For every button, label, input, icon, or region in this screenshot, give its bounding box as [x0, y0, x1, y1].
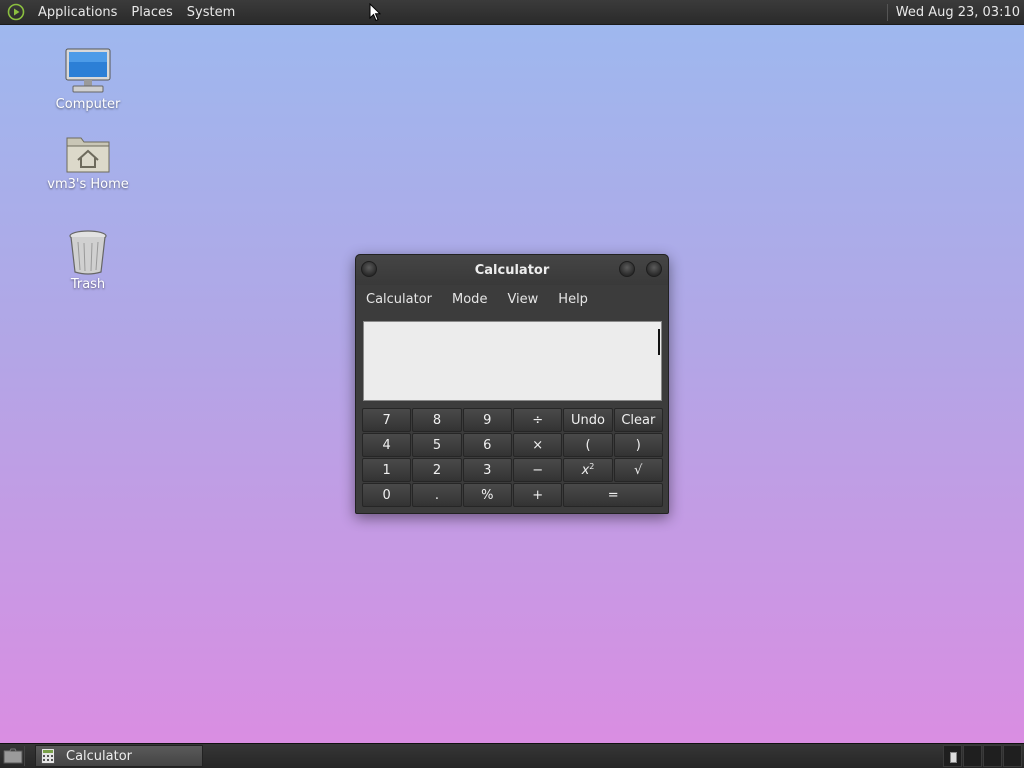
- workspace-3[interactable]: [983, 745, 1002, 767]
- system-menu[interactable]: System: [180, 0, 242, 25]
- menu-mode[interactable]: Mode: [446, 285, 493, 315]
- minimize-button[interactable]: [619, 261, 635, 277]
- top-panel: Applications Places System Wed Aug 23, 0…: [0, 0, 1024, 25]
- clock[interactable]: Wed Aug 23, 03:10: [896, 5, 1020, 20]
- key-plus[interactable]: +: [512, 483, 563, 507]
- home-folder-icon: [43, 126, 133, 176]
- calculator-menubar: Calculator Mode View Help: [356, 285, 668, 315]
- menu-help[interactable]: Help: [552, 285, 594, 315]
- key-clear[interactable]: Clear: [613, 408, 663, 432]
- places-menu[interactable]: Places: [124, 0, 179, 25]
- desktop-icon-home[interactable]: vm3's Home: [43, 126, 133, 192]
- key-divide[interactable]: ÷: [512, 408, 563, 432]
- desktop-icon-label: Computer: [55, 97, 121, 112]
- calculator-window: Calculator Calculator Mode View Help 7 8…: [355, 254, 669, 514]
- distro-logo-icon[interactable]: [5, 1, 27, 23]
- square-exponent: 2: [589, 461, 595, 471]
- key-9[interactable]: 9: [462, 408, 512, 432]
- key-1[interactable]: 1: [362, 458, 412, 482]
- key-square[interactable]: x2: [563, 458, 613, 482]
- workspace-4[interactable]: [1003, 745, 1022, 767]
- show-desktop-icon: [3, 748, 22, 764]
- key-6[interactable]: 6: [462, 433, 512, 457]
- window-titlebar[interactable]: Calculator: [356, 255, 668, 285]
- calculator-keypad: 7 8 9 ÷ Undo Clear 4 5 6 × ( ) 1 2 3 − x…: [362, 408, 663, 507]
- workspace-switcher: [942, 745, 1022, 767]
- key-percent[interactable]: %: [462, 483, 512, 507]
- text-caret: [658, 329, 660, 355]
- bottom-panel: Calculator: [0, 743, 1024, 768]
- mouse-cursor-icon: [369, 3, 381, 22]
- key-equals[interactable]: =: [563, 483, 663, 507]
- calculator-app-icon: [41, 748, 59, 764]
- taskbar-button-calculator[interactable]: Calculator: [35, 745, 203, 767]
- key-8[interactable]: 8: [412, 408, 462, 432]
- key-open-paren[interactable]: (: [563, 433, 613, 457]
- panel-separator: [886, 3, 888, 21]
- key-undo[interactable]: Undo: [563, 408, 613, 432]
- computer-icon: [43, 46, 133, 96]
- calculator-display[interactable]: [363, 321, 662, 401]
- key-close-paren[interactable]: ): [613, 433, 663, 457]
- workspace-1[interactable]: [943, 745, 962, 767]
- key-decimal-point[interactable]: .: [412, 483, 462, 507]
- workspace-2[interactable]: [963, 745, 982, 767]
- desktop-icon-trash[interactable]: Trash: [43, 226, 133, 292]
- key-minus[interactable]: −: [512, 458, 563, 482]
- key-sqrt[interactable]: √: [613, 458, 663, 482]
- key-5[interactable]: 5: [412, 433, 462, 457]
- show-desktop-button[interactable]: [1, 746, 25, 766]
- desktop-icon-computer[interactable]: Computer: [43, 46, 133, 112]
- menu-calculator[interactable]: Calculator: [360, 285, 438, 315]
- desktop-icon-label: Trash: [70, 277, 106, 292]
- taskbar-button-label: Calculator: [66, 748, 133, 764]
- desktop-icon-label: vm3's Home: [47, 177, 129, 192]
- key-2[interactable]: 2: [412, 458, 462, 482]
- trash-icon: [43, 226, 133, 276]
- menu-view[interactable]: View: [501, 285, 544, 315]
- square-base: x: [581, 462, 590, 478]
- key-4[interactable]: 4: [362, 433, 412, 457]
- applications-menu[interactable]: Applications: [31, 0, 124, 25]
- key-multiply[interactable]: ×: [512, 433, 563, 457]
- key-3[interactable]: 3: [462, 458, 512, 482]
- key-0[interactable]: 0: [362, 483, 412, 507]
- maximize-button[interactable]: [646, 261, 662, 277]
- key-7[interactable]: 7: [362, 408, 412, 432]
